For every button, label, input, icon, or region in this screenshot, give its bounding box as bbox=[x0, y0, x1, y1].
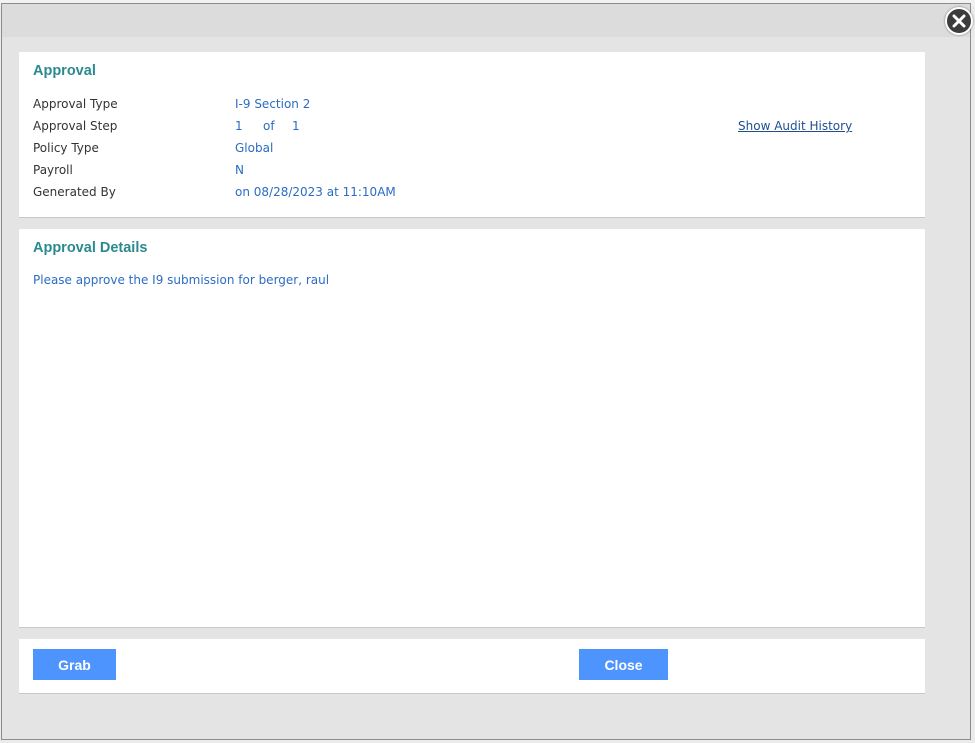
approval-step-of: of bbox=[263, 119, 275, 133]
close-circle-icon[interactable] bbox=[945, 7, 973, 35]
policy-type-label: Policy Type bbox=[33, 141, 99, 155]
payroll-label: Payroll bbox=[33, 163, 73, 177]
approval-dialog: Approval Approval Type I-9 Section 2 App… bbox=[1, 3, 971, 740]
generated-by-label: Generated By bbox=[33, 185, 116, 199]
close-button[interactable]: Close bbox=[579, 649, 668, 680]
approval-panel-title: Approval bbox=[33, 63, 96, 79]
approval-details-panel: Approval Details Please approve the I9 s… bbox=[19, 229, 925, 628]
approval-step-label: Approval Step bbox=[33, 119, 118, 133]
close-x-glyph bbox=[952, 14, 966, 28]
payroll-value: N bbox=[235, 163, 244, 177]
actions-panel: Grab Close bbox=[19, 639, 925, 694]
policy-type-value: Global bbox=[235, 141, 274, 155]
generated-by-value: on 08/28/2023 at 11:10AM bbox=[235, 185, 396, 199]
approval-step-value: 1 bbox=[235, 119, 243, 133]
approval-details-message: Please approve the I9 submission for ber… bbox=[33, 273, 330, 287]
dialog-header bbox=[2, 4, 970, 37]
approval-type-value: I-9 Section 2 bbox=[235, 97, 311, 111]
approval-type-label: Approval Type bbox=[33, 97, 118, 111]
approval-step-total: 1 bbox=[292, 119, 300, 133]
approval-panel: Approval Approval Type I-9 Section 2 App… bbox=[19, 52, 925, 218]
grab-button[interactable]: Grab bbox=[33, 649, 116, 680]
show-audit-history-link[interactable]: Show Audit History bbox=[738, 119, 852, 133]
approval-details-title: Approval Details bbox=[33, 240, 148, 256]
